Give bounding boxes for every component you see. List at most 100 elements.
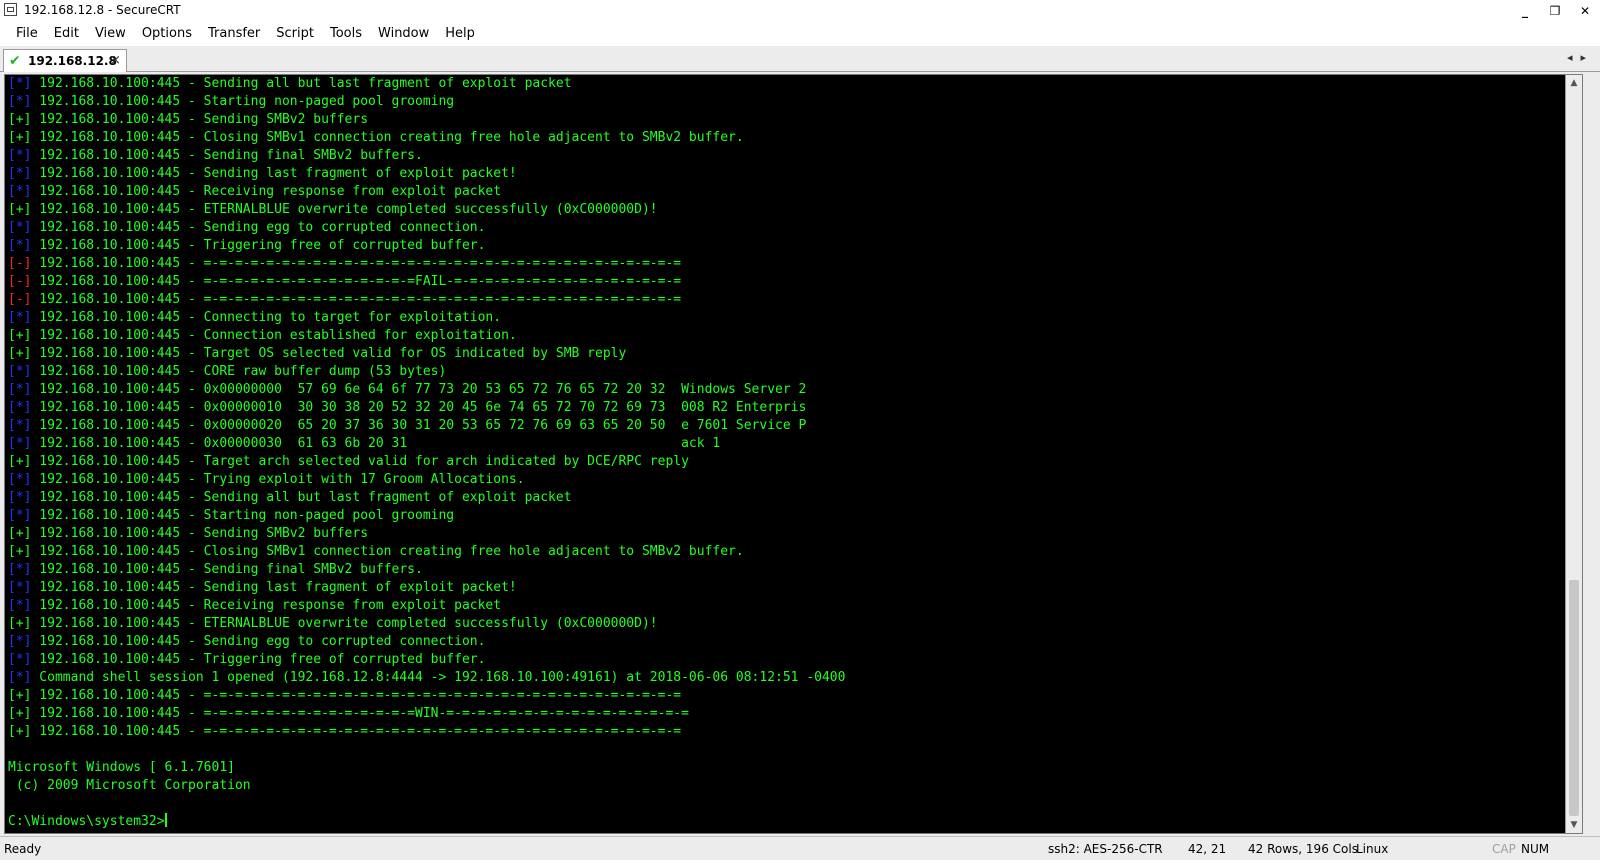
status-prefix: [-] [8, 292, 32, 307]
status-prefix: [*] [8, 490, 32, 505]
vertical-scrollbar[interactable]: ▲ ▼ [1565, 75, 1582, 833]
terminal-line: [*] 192.168.10.100:445 - Triggering free… [8, 237, 845, 255]
tab-scroll-arrows-icon[interactable]: ◂▸ [1567, 51, 1594, 64]
menu-view[interactable]: View [87, 22, 134, 46]
terminal-line: [*] 192.168.10.100:445 - Sending all but… [8, 75, 845, 93]
terminal-line: [+] 192.168.10.100:445 - Sending SMBv2 b… [8, 111, 845, 129]
status-ready: Ready [4, 842, 42, 856]
terminal-line-text: 192.168.10.100:445 - 0x00000000 57 69 6e… [31, 382, 807, 397]
terminal-line-text: 192.168.10.100:445 - Closing SMBv1 conne… [31, 130, 744, 145]
terminal-line: [*] 192.168.10.100:445 - Sending egg to … [8, 219, 845, 237]
status-prefix: [+] [8, 544, 32, 559]
terminal-line-text: 192.168.10.100:445 - =-=-=-=-=-=-=-=-=-=… [31, 724, 682, 739]
terminal-line-text: 192.168.10.100:445 - ETERNALBLUE overwri… [31, 202, 658, 217]
terminal-line-text: Command shell session 1 opened (192.168.… [31, 670, 846, 685]
terminal-line: Microsoft Windows [ 6.1.7601] [8, 759, 845, 777]
status-prefix: [*] [8, 166, 32, 181]
terminal-line: [+] 192.168.10.100:445 - Closing SMBv1 c… [8, 129, 845, 147]
terminal-line: [*] 192.168.10.100:445 - Connecting to t… [8, 309, 845, 327]
terminal-line-text: 192.168.10.100:445 - Trying exploit with… [31, 472, 525, 487]
menu-edit[interactable]: Edit [46, 22, 87, 46]
terminal-line-text: 192.168.10.100:445 - Target arch selecte… [31, 454, 689, 469]
restore-button[interactable]: ❐ [1540, 0, 1570, 22]
menu-window[interactable]: Window [370, 22, 437, 46]
status-prefix: [*] [8, 652, 32, 667]
menu-help[interactable]: Help [437, 22, 483, 46]
status-prefix: [+] [8, 346, 32, 361]
terminal-line: [*] 192.168.10.100:445 - Sending final S… [8, 561, 845, 579]
terminal-line: [+] 192.168.10.100:445 - Target OS selec… [8, 345, 845, 363]
status-caps-lock: CAP [1492, 842, 1516, 856]
terminal-line-text: 192.168.10.100:445 - Sending last fragme… [31, 580, 517, 595]
terminal-cursor [164, 813, 167, 827]
terminal-line: [+] 192.168.10.100:445 - =-=-=-=-=-=-=-=… [8, 687, 845, 705]
scroll-up-icon[interactable]: ▲ [1566, 75, 1582, 91]
status-prefix: [+] [8, 454, 32, 469]
status-prefix: [*] [8, 310, 32, 325]
status-prefix: [*] [8, 436, 32, 451]
terminal-line: [+] 192.168.10.100:445 - Connection esta… [8, 327, 845, 345]
terminal-line-text: 192.168.10.100:445 - Connecting to targe… [31, 310, 502, 325]
menu-bar: File Edit View Options Transfer Script T… [0, 22, 1600, 46]
terminal-line-text: 192.168.10.100:445 - Sending egg to corr… [31, 634, 486, 649]
terminal-line-text: 192.168.10.100:445 - Starting non-paged … [31, 94, 455, 109]
terminal-line: [*] 192.168.10.100:445 - Receiving respo… [8, 597, 845, 615]
status-prefix: [+] [8, 706, 32, 721]
terminal-line: [+] 192.168.10.100:445 - =-=-=-=-=-=-=-=… [8, 723, 845, 741]
status-os: Linux [1356, 842, 1389, 856]
terminal-line: [*] 192.168.10.100:445 - Starting non-pa… [8, 507, 845, 525]
terminal-window[interactable]: [*] 192.168.10.100:445 - Sending all but… [4, 74, 1583, 834]
terminal-line-text: (c) 2009 Microsoft Corporation [8, 778, 251, 793]
menu-file[interactable]: File [8, 22, 46, 46]
window-title: 192.168.12.8 - SecureCRT [24, 3, 181, 17]
menu-script[interactable]: Script [268, 22, 322, 46]
scroll-down-icon[interactable]: ▼ [1566, 817, 1582, 833]
terminal-line-text: 192.168.10.100:445 - Triggering free of … [31, 238, 486, 253]
terminal-line-text: 192.168.10.100:445 - =-=-=-=-=-=-=-=-=-=… [31, 256, 682, 271]
status-prefix: [*] [8, 382, 32, 397]
terminal-line: [-] 192.168.10.100:445 - =-=-=-=-=-=-=-=… [8, 291, 845, 309]
terminal-line: [*] 192.168.10.100:445 - Sending last fr… [8, 579, 845, 597]
terminal-line-text: 192.168.10.100:445 - =-=-=-=-=-=-=-=-=-=… [31, 292, 682, 307]
terminal-line-text: C:\Windows\system32> [8, 814, 165, 829]
terminal-line-text: 192.168.10.100:445 - Sending all but las… [31, 490, 572, 505]
terminal-line: [-] 192.168.10.100:445 - =-=-=-=-=-=-=-=… [8, 255, 845, 273]
status-prefix: [*] [8, 148, 32, 163]
terminal-line: [*] 192.168.10.100:445 - 0x00000020 65 2… [8, 417, 845, 435]
session-tab-label: 192.168.12.8 [28, 54, 117, 68]
close-tab-icon[interactable]: × [110, 53, 121, 68]
terminal-line-text: 192.168.10.100:445 - Sending egg to corr… [31, 220, 486, 235]
status-prefix: [*] [8, 94, 32, 109]
terminal-line-text: 192.168.10.100:445 - Sending SMBv2 buffe… [31, 526, 369, 541]
terminal-line-text: 192.168.10.100:445 - Receiving response … [31, 184, 502, 199]
status-prefix: [*] [8, 238, 32, 253]
status-prefix: [+] [8, 616, 32, 631]
close-window-button[interactable]: ✕ [1570, 0, 1600, 22]
terminal-line: [*] 192.168.10.100:445 - 0x00000010 30 3… [8, 399, 845, 417]
menu-tools[interactable]: Tools [322, 22, 370, 46]
terminal-line-text: 192.168.10.100:445 - Sending SMBv2 buffe… [31, 112, 369, 127]
session-tab[interactable]: ✔ 192.168.12.8 × [3, 49, 127, 72]
terminal-line: [*] 192.168.10.100:445 - Sending last fr… [8, 165, 845, 183]
terminal-line-text: 192.168.10.100:445 - CORE raw buffer dum… [31, 364, 447, 379]
status-prefix: [+] [8, 688, 32, 703]
status-prefix: [-] [8, 256, 32, 271]
terminal-line: [*] 192.168.10.100:445 - CORE raw buffer… [8, 363, 845, 381]
terminal-line: [-] 192.168.10.100:445 - =-=-=-=-=-=-=-=… [8, 273, 845, 291]
terminal-line-text: Microsoft Windows [ 6.1.7601] [8, 760, 235, 775]
connected-check-icon: ✔ [9, 53, 21, 69]
status-prefix: [*] [8, 418, 32, 433]
status-prefix: [*] [8, 562, 32, 577]
minimize-button[interactable]: _ [1510, 0, 1540, 22]
scrollbar-thumb[interactable] [1569, 580, 1579, 816]
terminal-line-text: 192.168.10.100:445 - Sending last fragme… [31, 166, 517, 181]
terminal-line: [+] 192.168.10.100:445 - Sending SMBv2 b… [8, 525, 845, 543]
menu-options[interactable]: Options [134, 22, 200, 46]
terminal-line-text: 192.168.10.100:445 - Sending final SMBv2… [31, 148, 423, 163]
terminal-line: [*] 192.168.10.100:445 - Sending all but… [8, 489, 845, 507]
status-prefix: [*] [8, 184, 32, 199]
menu-transfer[interactable]: Transfer [200, 22, 268, 46]
status-terminal-size: 42 Rows, 196 Cols [1248, 842, 1358, 856]
